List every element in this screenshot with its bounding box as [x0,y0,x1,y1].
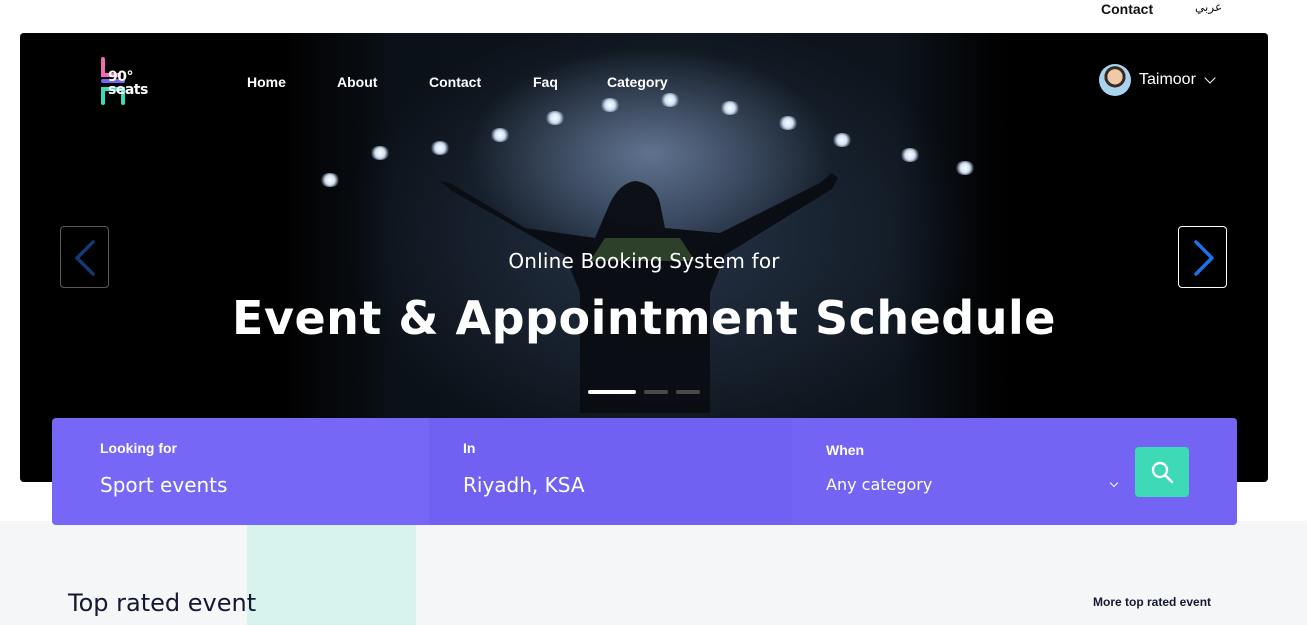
hero-banner: 90° seats Home About Contact Faq Categor… [20,33,1268,482]
when-select[interactable]: Any category [826,475,932,494]
decorative-block [247,521,416,625]
when-label: When [826,442,865,458]
hero-subtitle: Online Booking System for [508,249,780,273]
brand-logo-text: 90° seats [108,70,148,98]
chevron-down-icon [1109,478,1119,488]
avatar [1099,64,1131,96]
looking-for-field[interactable]: Looking for Sport events [52,418,429,525]
location-field[interactable]: In Riyadh, KSA [429,418,792,525]
nav-home[interactable]: Home [247,74,286,90]
looking-for-label: Looking for [100,440,177,456]
location-value[interactable]: Riyadh, KSA [463,473,585,497]
search-icon [1151,461,1174,484]
nav-contact[interactable]: Contact [429,74,481,90]
nav-faq[interactable]: Faq [533,74,558,90]
hero-headline: Event & Appointment Schedule [232,291,1056,345]
user-menu[interactable]: Taimoor [1099,64,1216,96]
carousel-dot-1[interactable] [588,390,636,394]
nav-about[interactable]: About [337,74,377,90]
top-bar: Contact عربي [0,0,1307,33]
carousel-dot-2[interactable] [644,390,668,394]
more-top-rated-link[interactable]: More top rated event [1093,595,1211,609]
search-button[interactable] [1135,447,1189,497]
search-bar: Looking for Sport events In Riyadh, KSA … [52,418,1237,525]
top-contact-link[interactable]: Contact [1101,1,1153,17]
location-label: In [463,440,476,456]
looking-for-value[interactable]: Sport events [100,473,227,497]
carousel-dot-3[interactable] [676,390,700,394]
top-rated-section: Top rated event More top rated event [0,521,1307,625]
chevron-down-icon [1204,71,1216,84]
section-title: Top rated event [68,589,257,617]
user-name: Taimoor [1139,71,1196,88]
logo-text-line2: seats [108,82,148,98]
language-switch[interactable]: عربي [1195,0,1222,14]
nav-category[interactable]: Category [607,74,668,90]
